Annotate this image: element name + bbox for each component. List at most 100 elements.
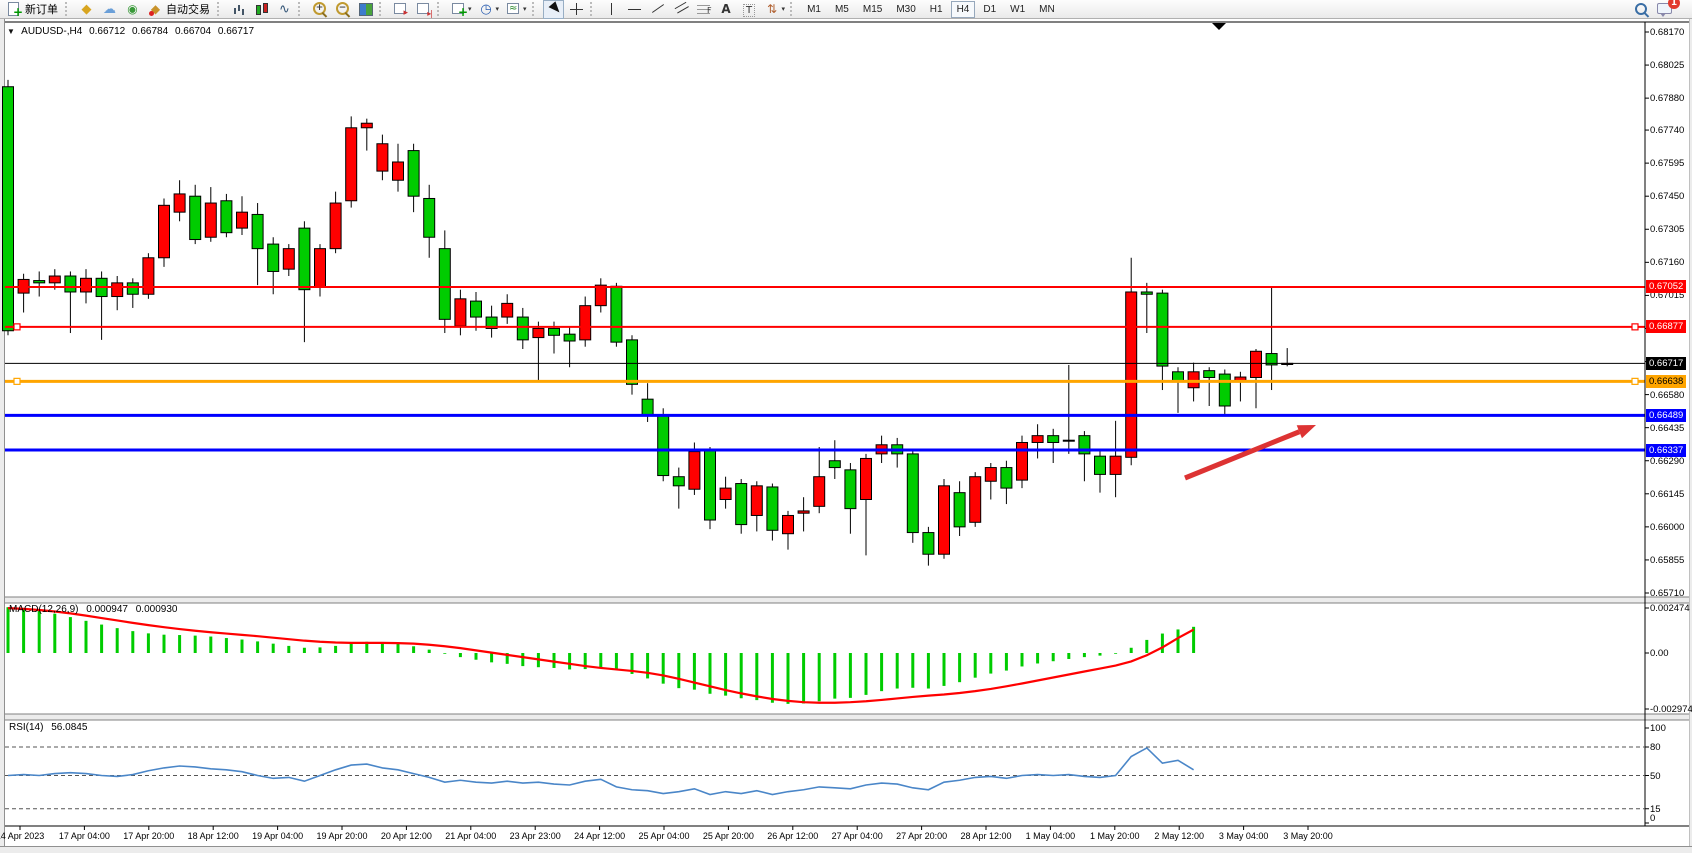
price-axis-label: 0.68170 — [1650, 27, 1684, 38]
candle-body-down — [642, 399, 653, 415]
candle-body-up — [81, 278, 92, 292]
candle-body-up — [1063, 440, 1074, 441]
candle-body-down — [907, 454, 918, 533]
candle-body-down — [705, 450, 716, 520]
time-axis-label: 24 Apr 12:00 — [574, 831, 625, 841]
candle-body-up — [798, 511, 809, 513]
chart-title-close: 0.66717 — [218, 26, 254, 37]
candle-body-down — [517, 317, 528, 340]
candle-body-down — [471, 301, 482, 317]
trend-arrow-line[interactable] — [1185, 432, 1299, 478]
candle-body-up — [159, 205, 170, 257]
price-badge-0.66337: 0.66337 — [1646, 444, 1686, 457]
hline-handle[interactable] — [14, 378, 20, 384]
time-axis-label: 18 Apr 12:00 — [188, 831, 239, 841]
candle-body-up — [346, 128, 357, 201]
candle-body-down — [549, 328, 560, 335]
time-axis-label: 25 Apr 04:00 — [638, 831, 689, 841]
price-axis-label: 0.66290 — [1650, 456, 1684, 467]
time-axis-label: 27 Apr 04:00 — [832, 831, 883, 841]
chart-title-high: 0.66784 — [132, 26, 168, 37]
candle-body-up — [502, 303, 513, 317]
time-axis-label: 28 Apr 12:00 — [960, 831, 1011, 841]
macd-indicator-label: MACD(12,26,9) 0.000947 0.000930 — [9, 604, 182, 615]
candle-body-down — [923, 533, 934, 555]
time-axis-label: 2 May 12:00 — [1154, 831, 1204, 841]
candle-body-down — [424, 198, 435, 237]
price-badge-0.66638: 0.66638 — [1646, 375, 1686, 388]
candle-body-up — [689, 452, 700, 490]
time-axis-label: 25 Apr 20:00 — [703, 831, 754, 841]
candle-body-down — [299, 228, 310, 290]
candle-body-up — [720, 488, 731, 499]
chart-canvas — [0, 0, 1692, 853]
price-axis-label: 0.65710 — [1650, 588, 1684, 599]
chart-title-symbol: AUDUSD-,H4 — [21, 26, 82, 37]
price-axis-label: 0.66435 — [1650, 423, 1684, 434]
chart-title-open: 0.66712 — [89, 26, 125, 37]
candle-body-up — [814, 477, 825, 507]
time-axis-label: 1 May 04:00 — [1026, 831, 1076, 841]
rsi-axis-label: 100 — [1650, 723, 1666, 734]
candle-body-up — [112, 283, 123, 297]
candle-body-down — [829, 461, 840, 468]
time-axis-label: 26 Apr 12:00 — [767, 831, 818, 841]
candle-body-down — [3, 87, 14, 331]
candle-body-up — [143, 258, 154, 294]
candle-body-down — [954, 493, 965, 527]
candle-body-up — [377, 144, 388, 171]
candle-body-up — [861, 458, 872, 499]
candle-body-down — [1141, 292, 1152, 294]
hline-handle[interactable] — [14, 324, 20, 330]
macd-name: MACD(12,26,9) — [9, 604, 78, 615]
candle-body-down — [439, 249, 450, 320]
candle-body-up — [1188, 372, 1199, 388]
time-axis-label: 17 Apr 04:00 — [59, 831, 110, 841]
candle-body-down — [564, 334, 575, 341]
candle-body-down — [127, 283, 138, 294]
price-axis-label: 0.67740 — [1650, 125, 1684, 136]
scroll-position-marker[interactable] — [1212, 23, 1226, 30]
candle-body-up — [361, 123, 372, 128]
panel-splitter[interactable] — [5, 714, 1689, 720]
symbol-dropdown-icon[interactable]: ▼ — [7, 27, 15, 36]
macd-axis-label: 0.00 — [1650, 648, 1669, 659]
candle-body-up — [1126, 292, 1137, 457]
price-axis-label: 0.67160 — [1650, 257, 1684, 268]
candle-body-up — [1110, 456, 1121, 474]
candle-body-up — [49, 276, 60, 283]
candle-body-up — [330, 203, 341, 249]
time-axis-label: 3 May 20:00 — [1283, 831, 1333, 841]
rsi-axis-label: 0 — [1650, 813, 1655, 824]
candle-body-down — [627, 340, 638, 384]
candle-body-down — [767, 487, 778, 530]
trend-arrow-head[interactable] — [1297, 425, 1316, 438]
time-axis-label: 17 Apr 20:00 — [123, 831, 174, 841]
candle-body-down — [611, 286, 622, 342]
candle-body-down — [1157, 293, 1168, 366]
candle-body-up — [985, 468, 996, 482]
candle-body-down — [1173, 372, 1184, 381]
candle-body-down — [658, 415, 669, 475]
candle-body-down — [1204, 371, 1215, 378]
hline-handle[interactable] — [1632, 378, 1638, 384]
macd-axis-label: -0.002974 — [1650, 704, 1692, 715]
candle-body-down — [34, 281, 45, 283]
candle-body-up — [174, 194, 185, 212]
panel-splitter[interactable] — [5, 597, 1689, 603]
candle-body-up — [393, 162, 404, 180]
candle-body-down — [268, 244, 279, 271]
price-axis-label: 0.67305 — [1650, 224, 1684, 235]
price-axis-label: 0.66145 — [1650, 489, 1684, 500]
chart-title: ▼ AUDUSD-,H4 0.66712 0.66784 0.66704 0.6… — [7, 26, 258, 37]
rsi-line — [8, 748, 1194, 795]
candle-body-down — [845, 470, 856, 509]
candle-body-up — [205, 203, 216, 237]
time-axis-label: 3 May 04:00 — [1219, 831, 1269, 841]
price-axis-label: 0.66000 — [1650, 522, 1684, 533]
hline-handle[interactable] — [1632, 324, 1638, 330]
candle-body-up — [533, 328, 544, 337]
price-axis-label: 0.67880 — [1650, 93, 1684, 104]
candle-body-up — [455, 299, 466, 326]
candle-body-down — [252, 214, 263, 248]
